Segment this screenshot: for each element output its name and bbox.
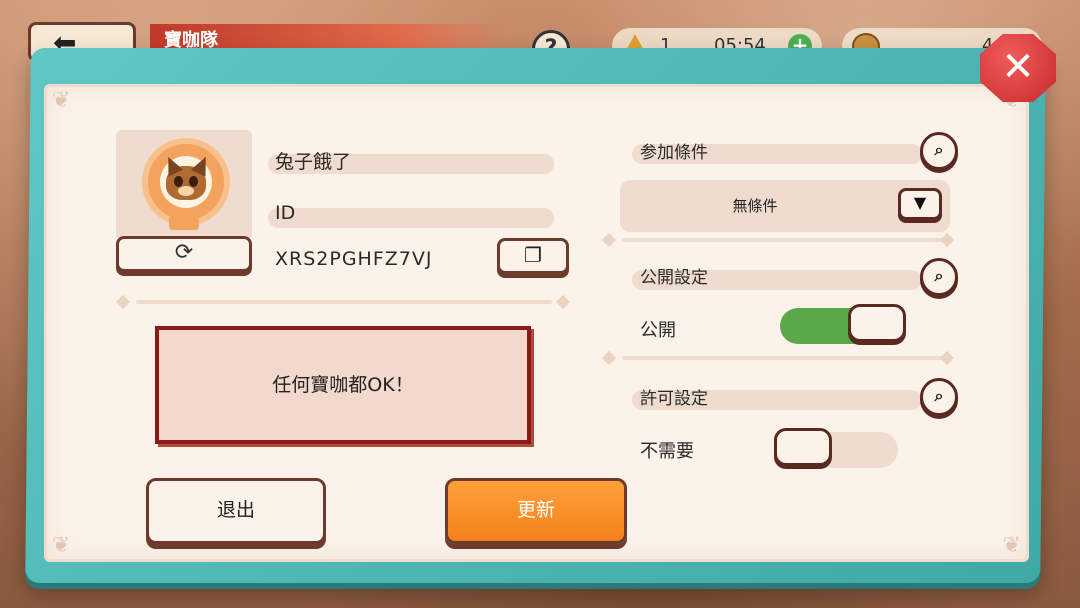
id-field-bg	[268, 208, 554, 228]
permission-info-button[interactable]: ⌕	[920, 378, 958, 416]
update-button[interactable]: 更新	[445, 478, 627, 544]
id-label: ID	[275, 202, 296, 224]
join-condition-info-button[interactable]: ⌕	[920, 132, 958, 170]
visibility-title: 公開設定	[640, 268, 708, 288]
visibility-toggle-label: 公開	[640, 320, 676, 341]
search-icon: ⌕	[934, 140, 944, 159]
join-condition-dropdown[interactable]: 無條件 ▼	[620, 180, 950, 232]
copy-icon: ❐	[524, 243, 542, 267]
bow-icon	[169, 216, 199, 230]
permission-toggle[interactable]	[774, 428, 898, 468]
divider	[622, 356, 950, 360]
search-icon: ⌕	[934, 266, 944, 285]
eevee-avatar-icon	[142, 138, 230, 226]
permission-toggle-label: 不需要	[640, 441, 694, 462]
team-name: 兔子餓了	[275, 151, 352, 173]
exit-button[interactable]: 退出	[146, 478, 326, 544]
join-condition-value: 無條件	[732, 197, 778, 215]
change-avatar-button[interactable]: ⟳	[116, 236, 252, 272]
permission-title: 許可設定	[640, 389, 708, 409]
toggle-knob	[774, 428, 832, 466]
id-value: XRS2PGHFZ7VJ	[275, 248, 433, 270]
divider	[136, 300, 552, 304]
corner-ornament-icon: ❦	[52, 533, 71, 558]
visibility-info-button[interactable]: ⌕	[920, 258, 958, 296]
join-condition-title: 参加條件	[640, 143, 708, 163]
search-icon: ⌕	[934, 386, 944, 405]
corner-ornament-icon: ❦	[52, 88, 71, 113]
close-button[interactable]: ✕	[980, 34, 1056, 102]
avatar-frame	[116, 130, 252, 240]
chevron-down-icon[interactable]: ▼	[898, 188, 942, 220]
team-comment[interactable]: 任何寶咖都OK！	[155, 326, 531, 444]
corner-ornament-icon: ❦	[1002, 533, 1021, 558]
toggle-knob	[848, 304, 906, 342]
refresh-icon: ⟳	[174, 240, 194, 265]
copy-id-button[interactable]: ❐	[497, 238, 569, 274]
divider	[622, 238, 950, 242]
visibility-toggle[interactable]	[780, 304, 906, 344]
